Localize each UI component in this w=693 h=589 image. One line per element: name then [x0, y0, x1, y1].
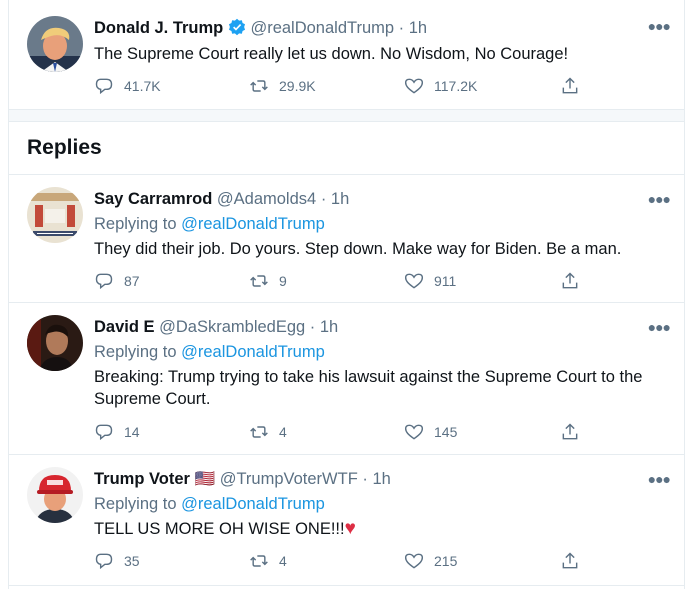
author-name[interactable]: Donald J. Trump [94, 19, 223, 37]
reply-tweet[interactable]: Say Carramrod @Adamolds4 · 1h ●●● Replyi… [9, 174, 684, 303]
author-handle[interactable]: @TrumpVoterWTF [220, 470, 358, 488]
section-divider [9, 110, 684, 122]
replying-to-label: Replying to [94, 343, 182, 361]
reply-icon [95, 553, 113, 570]
retweet-button[interactable]: 4 [249, 422, 287, 442]
reply-icon [95, 273, 113, 290]
replying-to-link[interactable]: @realDonaldTrump [181, 343, 325, 361]
heart-icon [404, 553, 424, 569]
retweet-count: 4 [279, 424, 287, 440]
share-icon [562, 423, 578, 440]
author-handle[interactable]: @Adamolds4 [217, 190, 316, 208]
retweet-icon [250, 275, 268, 287]
tweet-actions: 41.7K 29.9K 117.2K [94, 76, 584, 98]
tweet-text: The Supreme Court really let us down. No… [94, 45, 569, 63]
reply-button[interactable]: 35 [94, 551, 140, 571]
share-icon [562, 77, 578, 94]
retweet-count: 4 [279, 553, 287, 569]
author-name[interactable]: Trump Voter [94, 470, 190, 488]
reply-count: 41.7K [124, 78, 161, 94]
like-button[interactable]: 911 [404, 271, 456, 291]
avatar[interactable] [27, 467, 83, 523]
reply-tweet[interactable]: Trump Voter 🇺🇸 @TrumpVoterWTF · 1h ●●● R… [9, 455, 684, 586]
tweet-time[interactable]: · 1h [399, 19, 427, 37]
us-flag-icon: 🇺🇸 [194, 470, 216, 488]
share-button[interactable] [560, 271, 590, 291]
author-name[interactable]: David E [94, 318, 155, 336]
replying-to-link[interactable]: @realDonaldTrump [181, 215, 325, 233]
share-button[interactable] [560, 551, 590, 571]
reply-button[interactable]: 87 [94, 271, 140, 291]
reply-icon [95, 424, 113, 441]
tweet-time[interactable]: · 1h [362, 470, 390, 488]
replying-to-label: Replying to [94, 215, 182, 233]
tweet-actions: 35 4 215 [94, 551, 584, 573]
dark-portrait-avatar-icon [27, 315, 83, 371]
man-orange-hair-avatar-icon [27, 16, 83, 72]
avatar[interactable] [27, 16, 83, 72]
reply-button[interactable]: 14 [94, 422, 140, 442]
more-options-icon[interactable]: ●●● [648, 319, 671, 335]
tweet-text: They did their job. Do yours. Step down.… [94, 240, 622, 258]
reply-count: 35 [124, 553, 140, 569]
replies-heading: Replies [27, 136, 102, 159]
tweet-text: Breaking: Trump trying to take his lawsu… [94, 368, 643, 408]
tweet-actions: 14 4 145 [94, 422, 584, 444]
reply-button[interactable]: 41.7K [94, 76, 161, 96]
tweet-text: TELL US MORE OH WISE ONE!!!♥ [94, 518, 662, 540]
like-button[interactable]: 145 [404, 422, 457, 442]
share-button[interactable] [560, 422, 590, 442]
verified-badge-icon [228, 18, 245, 36]
retweet-icon [250, 426, 268, 438]
like-button[interactable]: 117.2K [404, 76, 477, 96]
like-count: 215 [434, 553, 458, 569]
reply-tweet[interactable]: David E @DaSkrambledEgg · 1h ●●● Replyin… [9, 303, 684, 455]
share-button[interactable] [560, 76, 590, 96]
heart-icon [404, 273, 424, 289]
retweet-count: 9 [279, 273, 287, 289]
like-button[interactable]: 215 [404, 551, 457, 571]
reply-count: 87 [124, 273, 140, 289]
avatar[interactable] [27, 187, 83, 243]
heart-icon [404, 424, 424, 440]
main-tweet[interactable]: Donald J. Trump @realDonaldTrump · 1h ●●… [9, 0, 684, 110]
replying-to-label: Replying to [94, 495, 182, 513]
share-icon [562, 272, 578, 289]
reply-count: 14 [124, 424, 140, 440]
red-heart-emoji-icon: ♥ [344, 518, 356, 539]
tweet-time[interactable]: · 1h [310, 318, 338, 336]
like-count: 117.2K [434, 78, 478, 94]
retweet-button[interactable]: 9 [249, 271, 287, 291]
tweet-time[interactable]: · 1h [321, 190, 349, 208]
social-distance-sign-avatar-icon [27, 187, 83, 243]
retweet-icon [250, 555, 268, 567]
author-name[interactable]: Say Carramrod [94, 190, 212, 208]
avatar[interactable] [27, 315, 83, 371]
retweet-count: 29.9K [279, 78, 316, 94]
like-count: 911 [434, 273, 457, 289]
author-handle[interactable]: @DaSkrambledEgg [159, 318, 305, 336]
retweet-button[interactable]: 29.9K [249, 76, 316, 96]
more-options-icon[interactable]: ●●● [648, 471, 671, 487]
replying-to: Replying to @realDonaldTrump [94, 343, 325, 362]
tweet-text-body: TELL US MORE OH WISE ONE!!! [94, 520, 345, 538]
more-options-icon[interactable]: ●●● [648, 191, 671, 207]
heart-icon [404, 78, 424, 94]
replying-to-link[interactable]: @realDonaldTrump [181, 495, 325, 513]
replying-to: Replying to @realDonaldTrump [94, 215, 325, 234]
retweet-icon [250, 80, 268, 92]
author-handle[interactable]: @realDonaldTrump [250, 19, 394, 37]
replying-to: Replying to @realDonaldTrump [94, 495, 325, 514]
red-cap-avatar-icon [27, 467, 83, 523]
more-options-icon[interactable]: ●●● [648, 18, 671, 34]
timeline-column: Donald J. Trump @realDonaldTrump · 1h ●●… [8, 0, 685, 589]
tweet-actions: 87 9 911 [94, 271, 584, 293]
like-count: 145 [434, 424, 458, 440]
share-icon [562, 552, 578, 569]
reply-icon [95, 78, 113, 95]
retweet-button[interactable]: 4 [249, 551, 287, 571]
